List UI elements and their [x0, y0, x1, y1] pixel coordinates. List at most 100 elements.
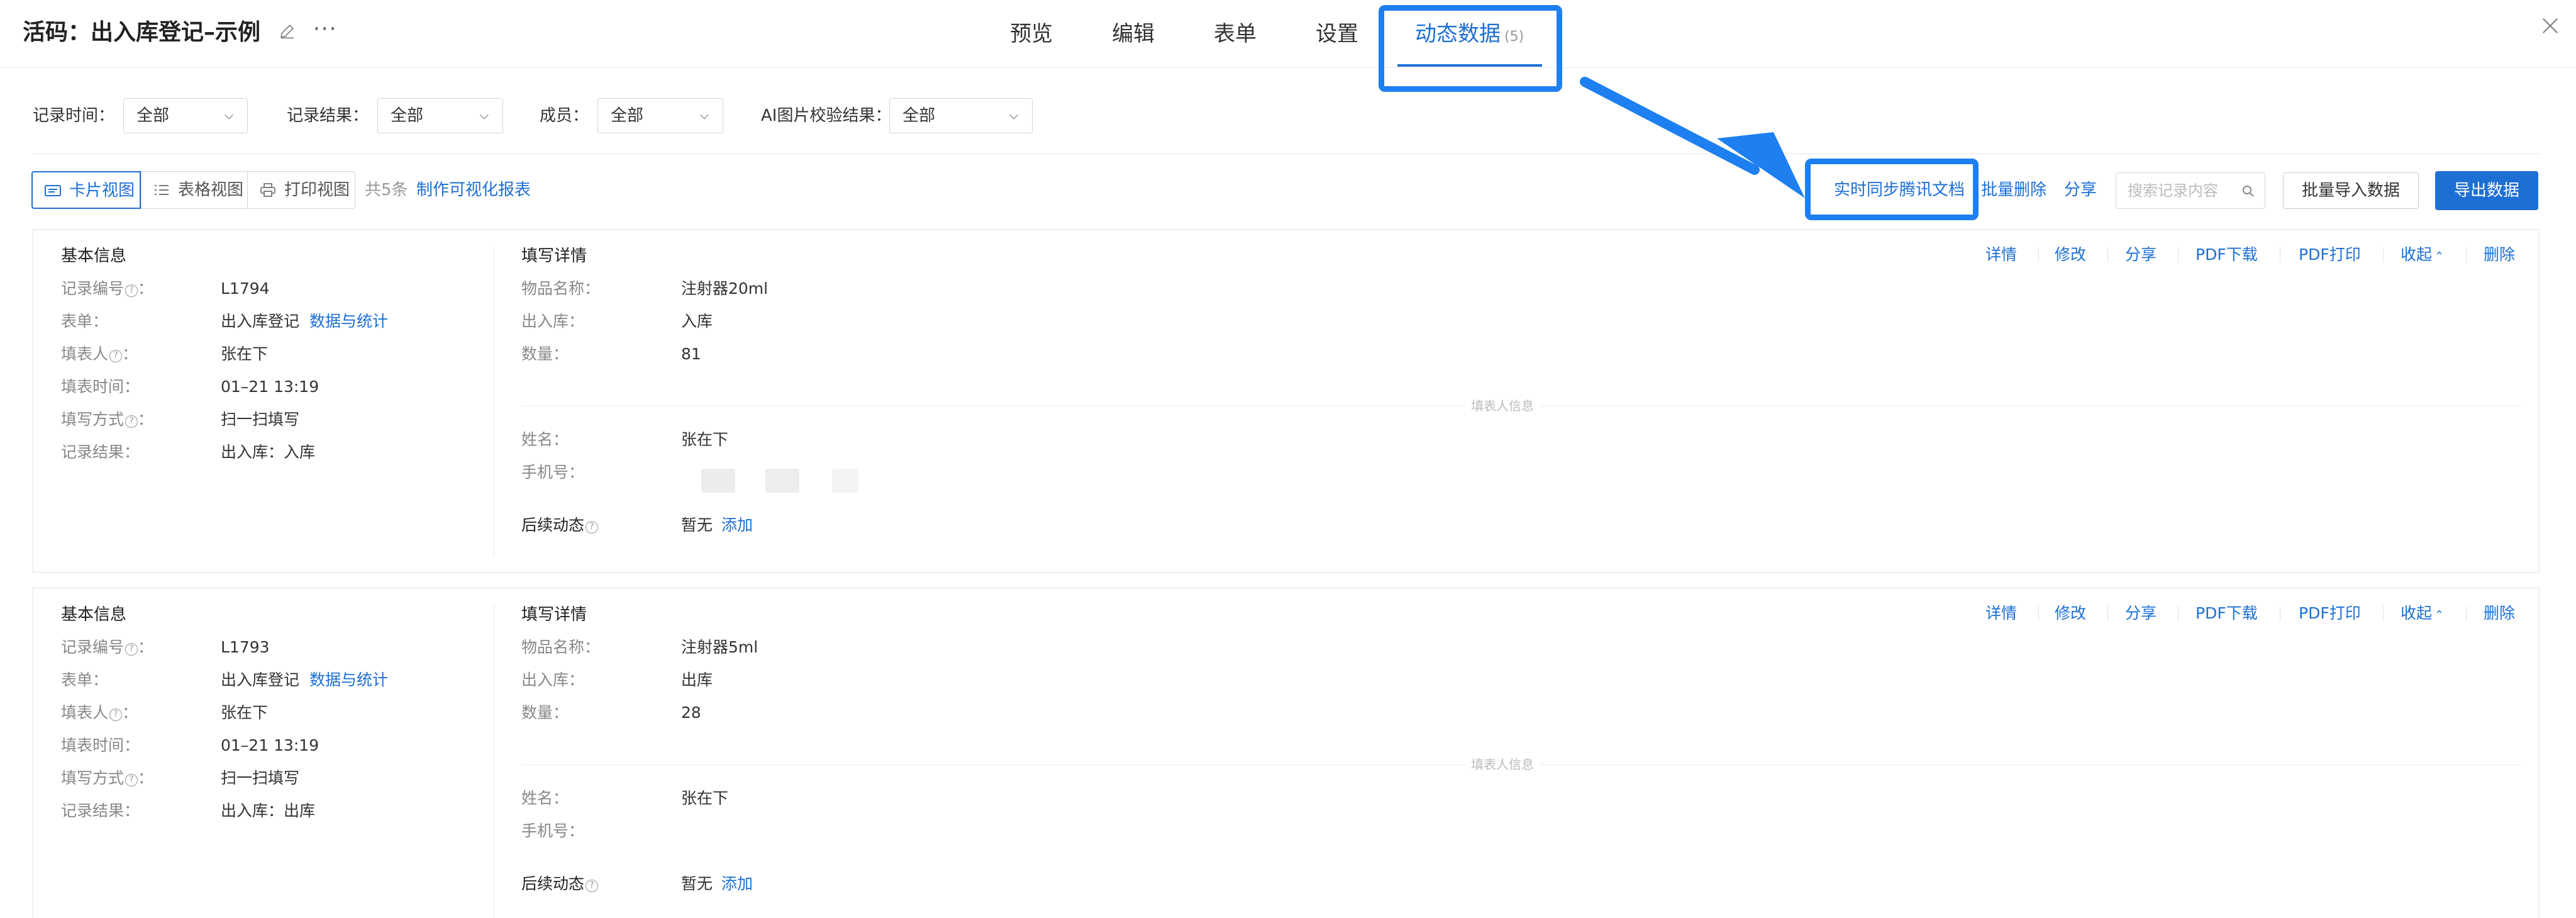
export-data-button[interactable]: 导出数据 — [2435, 171, 2538, 210]
search-icon[interactable] — [2241, 184, 2256, 199]
more-options-icon[interactable]: ··· — [313, 16, 337, 42]
make-report-link[interactable]: 制作可视化报表 — [416, 171, 531, 209]
detail-title: 填写详情 — [521, 605, 587, 624]
data-stats-link[interactable]: 数据与统计 — [309, 312, 388, 330]
form-label: 表单： — [61, 312, 109, 330]
filter-label-ai-check: AI图片校验结果： — [761, 106, 892, 125]
top-header: 活码：出入库登记–示例 ··· 预览 编辑 表单 设置 动态数据 (5) — [0, 0, 2576, 68]
table-view-label: 表格视图 — [178, 181, 244, 199]
record-card: 基本信息 记录编号?： L1793 表单： 出入库登记 数据与统计 填表人?： 张… — [33, 588, 2540, 918]
help-icon[interactable]: ? — [125, 284, 138, 297]
phone-blur-block — [832, 469, 858, 493]
pdf-print-action[interactable]: PDF打印 — [2299, 602, 2361, 625]
filler-label: 填表人?： — [61, 345, 138, 363]
item-name-value: 注射器20ml — [681, 279, 769, 298]
fill-time-label: 填表时间： — [61, 378, 140, 396]
filler-label-text: 填表人 — [61, 703, 109, 722]
action-separator — [2178, 247, 2179, 262]
member-value: 全部 — [611, 106, 644, 125]
followup-add-link[interactable]: 添加 — [721, 516, 753, 534]
record-result-value: 出入库：入库 — [221, 443, 316, 461]
annotation-arrow-icon — [1580, 77, 1805, 198]
filler-label: 填表人?： — [61, 703, 138, 722]
tab-form[interactable]: 表单 — [1214, 18, 1257, 50]
record-id-label-text: 记录编号 — [61, 279, 125, 298]
tab-preview[interactable]: 预览 — [1010, 18, 1053, 50]
followup-add-link[interactable]: 添加 — [721, 875, 753, 893]
fill-method-value: 扫一扫填写 — [221, 769, 300, 787]
collapse-action[interactable]: 收起 ⌃ — [2401, 243, 2444, 268]
record-id-label-text: 记录编号 — [61, 638, 125, 656]
delete-action[interactable]: 删除 — [2484, 243, 2515, 266]
help-icon[interactable]: ? — [586, 880, 599, 892]
edit-action[interactable]: 修改 — [2055, 243, 2086, 266]
card-view-label: 卡片视图 — [69, 181, 135, 200]
followup-value: 暂无 添加 — [681, 873, 753, 895]
collapse-action[interactable]: 收起 ⌃ — [2401, 602, 2444, 627]
tab-settings[interactable]: 设置 — [1316, 18, 1358, 50]
close-icon[interactable] — [2540, 15, 2561, 36]
filter-label-record-result: 记录结果： — [287, 106, 369, 125]
chevron-down-icon — [1009, 114, 1018, 120]
help-icon[interactable]: ? — [109, 350, 123, 362]
detail-action[interactable]: 详情 — [1985, 602, 2017, 625]
form-name: 出入库登记 — [221, 312, 300, 330]
help-icon[interactable]: ? — [125, 415, 138, 428]
followup-label: 后续动态? — [521, 514, 599, 537]
ai-check-select[interactable]: 全部 — [889, 98, 1033, 133]
basic-info-title: 基本信息 — [61, 605, 127, 624]
detail-action[interactable]: 详情 — [1985, 243, 2017, 266]
edit-pencil-icon[interactable] — [278, 21, 297, 40]
batch-import-button[interactable]: 批量导入数据 — [2283, 172, 2419, 209]
tab-edit[interactable]: 编辑 — [1112, 18, 1155, 50]
table-view-button[interactable]: 表格视图 — [141, 171, 248, 209]
share-action[interactable]: 分享 — [2125, 243, 2157, 266]
item-name-label: 物品名称： — [521, 638, 601, 656]
print-view-label: 打印视图 — [284, 181, 350, 199]
chevron-up-icon: ⌃ — [2434, 608, 2445, 622]
action-separator — [2383, 606, 2384, 621]
filler-value: 张在下 — [221, 345, 269, 363]
printer-icon — [260, 183, 275, 197]
action-separator — [2383, 247, 2384, 262]
fill-method-label: 填写方式?： — [61, 769, 154, 787]
help-icon[interactable]: ? — [109, 708, 123, 721]
filler-label-text: 填表人 — [61, 345, 109, 363]
pdf-download-action[interactable]: PDF下载 — [2196, 243, 2258, 266]
member-select[interactable]: 全部 — [597, 98, 723, 133]
search-box[interactable] — [2116, 172, 2265, 209]
record-count: 共5条 — [365, 181, 408, 199]
in-out-label: 出入库： — [521, 312, 585, 330]
chevron-down-icon — [700, 114, 709, 120]
record-id-value: L1794 — [221, 279, 270, 298]
record-card: 基本信息 记录编号?： L1794 表单： 出入库登记 数据与统计 填表人?： 张… — [33, 229, 2540, 573]
help-icon[interactable]: ? — [125, 643, 138, 656]
chevron-down-icon — [225, 114, 233, 120]
search-input[interactable] — [2128, 178, 2241, 203]
pdf-print-action[interactable]: PDF打印 — [2299, 243, 2361, 266]
chevron-down-icon — [480, 114, 489, 120]
card-view-button[interactable]: 卡片视图 — [31, 171, 141, 209]
record-result-label: 记录结果： — [61, 443, 140, 461]
form-value: 出入库登记 数据与统计 — [221, 310, 388, 333]
record-result-select[interactable]: 全部 — [377, 98, 503, 133]
record-id-label: 记录编号?： — [61, 638, 154, 656]
share-link[interactable]: 分享 — [2064, 171, 2097, 209]
print-view-button[interactable]: 打印视图 — [247, 171, 355, 209]
collapse-label: 收起 — [2401, 604, 2433, 622]
batch-delete-link[interactable]: 批量删除 — [1981, 171, 2046, 209]
pdf-download-action[interactable]: PDF下载 — [2196, 602, 2258, 625]
filter-label-record-time: 记录时间： — [33, 106, 115, 125]
record-id-label: 记录编号?： — [61, 279, 154, 298]
help-icon[interactable]: ? — [125, 774, 138, 786]
basic-info-title: 基本信息 — [61, 247, 127, 266]
edit-action[interactable]: 修改 — [2055, 602, 2086, 625]
record-time-select[interactable]: 全部 — [123, 98, 248, 133]
share-action[interactable]: 分享 — [2125, 602, 2157, 625]
filter-bar: 记录时间： 全部 记录结果： 全部 成员： 全部 AI图片校验结果： 全部 — [0, 98, 2576, 136]
action-separator — [2466, 606, 2467, 621]
data-stats-link[interactable]: 数据与统计 — [309, 671, 388, 689]
in-out-value: 出库 — [681, 671, 713, 689]
help-icon[interactable]: ? — [586, 521, 599, 534]
delete-action[interactable]: 删除 — [2484, 602, 2515, 625]
